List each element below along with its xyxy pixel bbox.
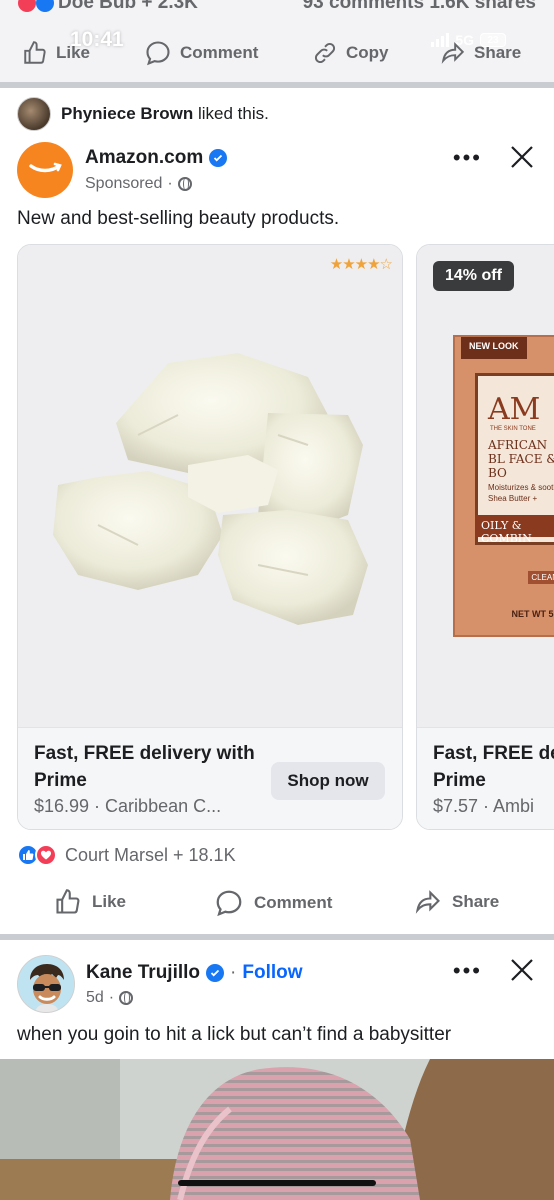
post-action-bar: Like Comment Share (0, 888, 554, 924)
page-name-row: Amazon.com (85, 147, 228, 169)
page-name[interactable]: Amazon.com (85, 147, 203, 169)
product-card[interactable]: 14% off NEW LOOK AM THE SKIN TONE AFRICA… (416, 244, 554, 830)
previous-post-reactions-text: Doe Bub + 2.3K (58, 0, 198, 13)
social-context-row: Phyniece Brown liked this. (17, 97, 269, 131)
network-label: 5G (455, 32, 474, 48)
thumbs-up-icon (56, 889, 80, 914)
link-icon (314, 42, 336, 64)
liked-suffix: liked this. (193, 104, 269, 123)
product-price: $7.57 · Ambi (433, 796, 535, 816)
product-image[interactable]: ★★★★☆ (18, 245, 402, 727)
post-divider (0, 934, 554, 940)
sponsored-label[interactable]: Sponsored (85, 175, 162, 193)
battery-level: 23 (487, 34, 499, 46)
home-indicator[interactable] (178, 1180, 376, 1186)
reaction-summary-text: Court Marsel + 18.1K (65, 844, 236, 865)
amazon-logo-avatar[interactable] (17, 142, 73, 198)
product-brand: AM (488, 392, 541, 427)
post-divider (0, 82, 554, 88)
verified-badge-icon (209, 149, 228, 167)
reaction-icons (17, 844, 57, 866)
comment-icon (146, 41, 170, 66)
amazon-smile-icon (29, 162, 62, 173)
like-label: Like (92, 892, 127, 911)
like-reaction-icon (36, 0, 54, 12)
globe-icon (177, 177, 192, 191)
globe-icon (119, 991, 134, 1005)
love-reaction-icon (18, 0, 36, 12)
more-options-button[interactable]: ••• (453, 147, 482, 169)
friend-avatar[interactable] (17, 97, 51, 131)
author-name[interactable]: Kane Trujillo (86, 962, 200, 984)
post-photo[interactable] (0, 1059, 554, 1200)
close-icon (511, 146, 533, 168)
product-desc: Moisturizes & sooth Shea Butter + (488, 483, 554, 503)
like-button[interactable]: Like (54, 888, 126, 916)
love-reaction-icon (35, 844, 57, 866)
previous-post-counts[interactable]: 93 comments 1.6K shares (303, 0, 536, 14)
product-card[interactable]: ★★★★☆ Fast, FREE delivery with Prime $16… (17, 244, 403, 830)
social-context-text: Phyniece Brown liked this. (61, 104, 269, 124)
verified-badge-icon (206, 964, 225, 982)
sponsored-post-header: Amazon.com Sponsored · ••• (17, 142, 537, 200)
product-card-footer[interactable]: Fast, FREE delivery with Prime $16.99 · … (18, 727, 402, 829)
reaction-summary[interactable]: Court Marsel + 18.1K (17, 844, 236, 866)
more-options-button[interactable]: ••• (453, 960, 482, 982)
post-time[interactable]: 5d (86, 989, 104, 1007)
discount-badge: 14% off (433, 261, 514, 291)
product-carousel[interactable]: ★★★★☆ Fast, FREE delivery with Prime $16… (17, 244, 554, 830)
post-caption: New and best-selling beauty products. (17, 208, 340, 229)
post-timestamp-row: 5d · (86, 989, 134, 1007)
author-avatar[interactable] (17, 955, 75, 1013)
previous-copy-label: Copy (346, 43, 389, 62)
previous-post-footer: Doe Bub + 2.3K 93 comments 1.6K shares L… (0, 0, 554, 82)
product-price: $16.99 · Caribbean C... (34, 796, 222, 816)
share-icon (415, 890, 440, 914)
comment-label: Comment (254, 893, 333, 912)
status-bar-indicators: 5G 23 (431, 32, 506, 48)
thumbs-up-icon (24, 41, 46, 64)
shop-now-button[interactable]: Shop now (271, 762, 385, 800)
product-headline: Fast, FREE delivery with Prime (433, 743, 554, 791)
previous-comment-label: Comment (180, 43, 259, 62)
post-header: Kane Trujillo · Follow 5d · ••• (17, 955, 537, 1015)
baby-photo-image (0, 1059, 554, 1200)
rating-stars: ★★★★☆ (329, 256, 393, 273)
friend-name[interactable]: Phyniece Brown (61, 104, 193, 123)
battery-icon: 23 (480, 33, 506, 47)
post-caption: when you goin to hit a lick but can’t fi… (17, 1024, 452, 1045)
product-clean: CLEAN (528, 571, 554, 584)
author-name-row: Kane Trujillo · Follow (86, 962, 303, 984)
cartoon-avatar-image (18, 956, 74, 1012)
comment-icon (216, 890, 242, 917)
product-card-footer[interactable]: Fast, FREE delivery with Prime $7.57 · A… (417, 727, 554, 829)
sponsored-subline: Sponsored · (85, 175, 192, 193)
share-button[interactable]: Share (414, 888, 499, 916)
previous-post-stats: Doe Bub + 2.3K 93 comments 1.6K shares (0, 0, 554, 14)
status-bar-time: 10:41 (70, 28, 124, 51)
product-headline: Fast, FREE delivery with Prime (34, 743, 255, 791)
comment-button[interactable]: Comment (214, 888, 332, 918)
close-icon (511, 959, 533, 981)
product-name: AFRICAN BL FACE & BO (488, 438, 554, 480)
product-tagline: THE SKIN TONE (490, 426, 536, 432)
product-net: NET WT 5.3 (511, 609, 554, 619)
signal-icon (431, 33, 450, 47)
previous-post-reactions[interactable]: Doe Bub + 2.3K (18, 0, 198, 14)
hide-post-button[interactable] (507, 142, 537, 172)
new-look-label: NEW LOOK (461, 337, 527, 359)
follow-button[interactable]: Follow (242, 962, 302, 984)
hide-post-button[interactable] (507, 955, 537, 985)
shea-butter-image (53, 353, 368, 625)
product-box-image: NEW LOOK AM THE SKIN TONE AFRICAN BL FAC… (453, 335, 554, 637)
previous-copy-button[interactable]: Copy (312, 40, 389, 66)
product-image[interactable]: 14% off NEW LOOK AM THE SKIN TONE AFRICA… (417, 245, 554, 727)
previous-comment-button[interactable]: Comment (144, 39, 258, 67)
product-bar: OILY & COMBIN (475, 515, 554, 545)
share-label: Share (452, 892, 500, 911)
